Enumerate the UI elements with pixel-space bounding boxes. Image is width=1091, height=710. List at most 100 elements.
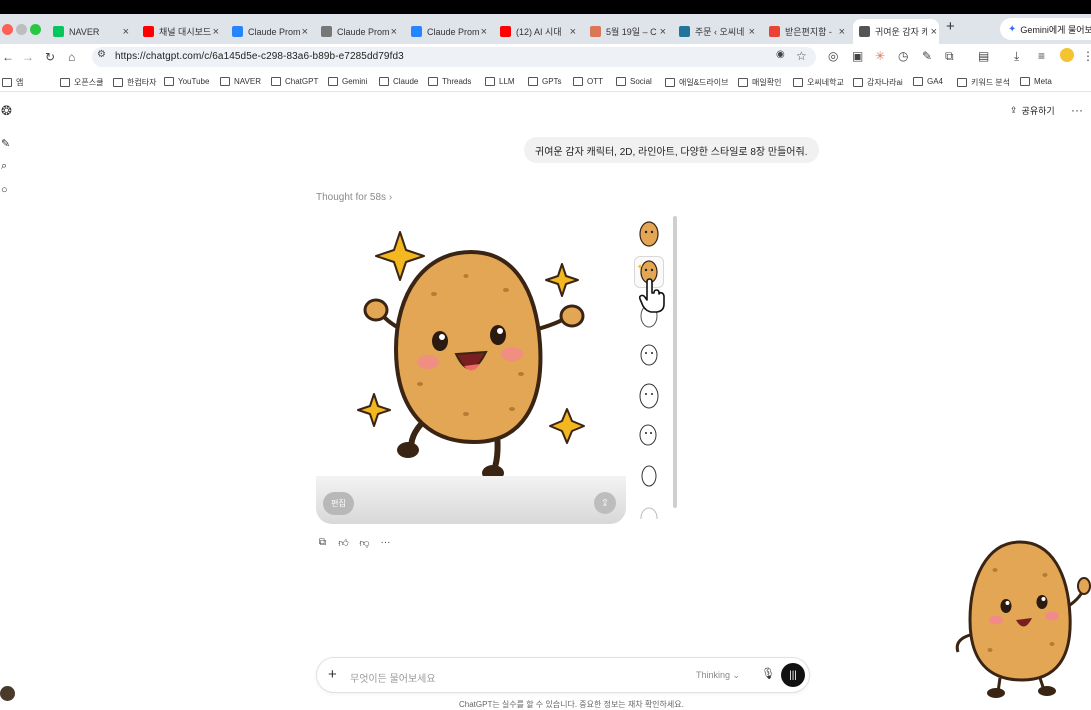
composer-input[interactable]: 무엇이든 물어보세요 <box>350 670 436 685</box>
browser-tab[interactable]: 채널 대시보드 × <box>137 19 221 44</box>
tab-title: NAVER <box>69 26 100 37</box>
model-mode-selector[interactable]: Thinking ⌄ <box>696 670 740 681</box>
search-icon[interactable]: ⌕ <box>1 160 7 173</box>
tab-close-icon[interactable]: × <box>391 26 397 38</box>
site-settings-icon[interactable]: ⚙ <box>97 49 106 60</box>
forward-icon[interactable]: → <box>22 50 34 64</box>
tab-close-icon[interactable]: × <box>660 26 666 38</box>
tab-close-icon[interactable]: × <box>302 26 308 38</box>
bookmark-item[interactable]: 앱 <box>2 77 23 88</box>
profile-avatar[interactable] <box>1060 48 1074 62</box>
tracking-icon[interactable]: ◉ <box>776 49 785 60</box>
thumbs-down-icon[interactable]: 👎︎ <box>358 536 371 549</box>
history-icon[interactable]: ◷ <box>898 49 908 63</box>
thumbnail-scrollbar[interactable] <box>673 216 677 508</box>
thumbnail-6[interactable] <box>634 420 664 452</box>
browser-tab[interactable]: Claude Prom × <box>315 19 399 44</box>
url-text[interactable]: https://chatgpt.com/c/6a145d5e-c298-83a6… <box>115 51 404 62</box>
thumbs-up-icon[interactable]: 👍︎ <box>337 536 350 549</box>
thought-duration-toggle[interactable]: Thought for 58s › <box>316 192 392 203</box>
copy-icon[interactable]: ⧉ <box>316 536 329 549</box>
browser-tab[interactable]: Claude Prom × <box>226 19 310 44</box>
image-thumbnail-strip[interactable] <box>632 214 666 519</box>
download-icon[interactable]: ⤓ <box>1014 49 1019 64</box>
bookmark-item[interactable]: 애일&드라이브 <box>665 77 729 88</box>
new-chat-icon[interactable]: ✎ <box>1 137 10 150</box>
voice-mode-button[interactable]: ||| <box>781 663 805 687</box>
tab-close-icon[interactable]: × <box>570 26 576 38</box>
bookmark-item[interactable]: 오픈스쿨 <box>60 77 103 88</box>
bookmark-item[interactable]: OTT <box>573 77 603 86</box>
bookmark-item[interactable]: GA4 <box>913 77 943 86</box>
menu-lines-icon[interactable]: ≡ <box>1038 49 1045 63</box>
browser-tab[interactable]: Claude Prom × <box>405 19 489 44</box>
bookmark-item[interactable]: Meta <box>1020 77 1052 86</box>
tab-search-icon[interactable]: ▤ <box>978 49 989 63</box>
bookmark-folder-icon <box>738 78 748 87</box>
share-button[interactable]: ⇪ 공유하기 <box>1010 104 1055 117</box>
thumbnail-5[interactable] <box>634 380 664 412</box>
window-zoom-icon[interactable] <box>30 24 41 35</box>
attach-plus-icon[interactable]: + <box>328 666 337 683</box>
tab-close-icon[interactable]: × <box>213 26 219 38</box>
bookmark-item[interactable]: 한컴타자 <box>113 77 156 88</box>
tab-close-icon[interactable]: × <box>481 26 487 38</box>
bookmark-item[interactable]: LLM <box>485 77 515 86</box>
bookmark-item[interactable]: 감자나라ai <box>853 77 903 88</box>
browser-tab[interactable]: 받은편지함 - × <box>763 19 847 44</box>
bookmark-item[interactable]: YouTube <box>164 77 209 86</box>
bookmark-folder-icon <box>573 77 583 86</box>
bookmark-folder-icon <box>1020 77 1030 86</box>
back-icon[interactable]: ← <box>2 50 14 64</box>
browser-tab[interactable]: 귀여운 감자 캐 × <box>853 19 939 44</box>
generated-image[interactable] <box>316 214 626 524</box>
bookmark-item[interactable]: Social <box>616 77 652 86</box>
bookmark-item[interactable]: Gemini <box>328 77 367 86</box>
tab-close-icon[interactable]: × <box>123 26 129 38</box>
camera-icon[interactable]: ◎ <box>828 49 838 63</box>
tab-close-icon[interactable]: × <box>839 26 845 38</box>
gemini-ask-button[interactable]: ✦ Gemini에게 물어보기 <box>1000 18 1091 40</box>
tab-close-icon[interactable]: × <box>931 26 937 38</box>
thumbnail-8[interactable] <box>634 500 664 519</box>
bookmark-item[interactable]: 오씨네학교 <box>793 77 844 88</box>
pen-icon[interactable]: ✎ <box>922 49 932 63</box>
bookmark-item[interactable]: 매일확인 <box>738 77 781 88</box>
home-icon[interactable]: ⌂ <box>68 50 75 64</box>
browser-tab[interactable]: (12) AI 시대 × <box>494 19 578 44</box>
browser-tab[interactable]: NAVER × <box>47 19 131 44</box>
star-icon[interactable]: ☆ <box>796 49 807 63</box>
claude-ext-icon[interactable]: ✳ <box>875 49 885 63</box>
thumbnail-1[interactable] <box>634 218 664 250</box>
browser-menu-icon[interactable]: ⋮ <box>1082 49 1091 63</box>
bookmark-label: LLM <box>499 77 515 86</box>
edit-image-button[interactable]: 편집 <box>323 492 354 515</box>
bookmark-folder-icon <box>60 78 70 87</box>
thumbnail-7[interactable] <box>634 460 664 492</box>
openai-logo-icon[interactable]: ❂ <box>1 103 12 119</box>
user-avatar[interactable] <box>0 686 15 701</box>
browser-tab[interactable]: 5월 19일 – C × <box>584 19 668 44</box>
bookmark-item[interactable]: Claude <box>379 77 418 86</box>
browser-tab[interactable]: 주문 ‹ 오씨네 × <box>673 19 757 44</box>
more-actions-icon[interactable]: ··· <box>379 536 392 549</box>
new-tab-button[interactable]: + <box>946 18 955 35</box>
tab-close-icon[interactable]: × <box>749 26 755 38</box>
mic-icon[interactable]: 🎙︎ <box>761 667 775 680</box>
tab-favicon-icon <box>143 26 154 37</box>
window-minimize-icon[interactable] <box>16 24 27 35</box>
bookmark-folder-icon <box>793 78 803 87</box>
extension-icon[interactable]: ▣ <box>852 49 863 63</box>
puzzle-icon[interactable]: ⧉ <box>945 49 954 64</box>
thumbnail-4[interactable] <box>634 340 664 372</box>
reload-icon[interactable]: ↻ <box>45 50 55 64</box>
more-options-icon[interactable]: ··· <box>1071 103 1083 117</box>
chat-bubble-icon[interactable]: ○ <box>1 184 8 196</box>
bookmark-item[interactable]: ChatGPT <box>271 77 318 86</box>
window-close-icon[interactable] <box>2 24 13 35</box>
bookmark-item[interactable]: GPTs <box>528 77 562 86</box>
bookmark-item[interactable]: 키워드 분석 <box>957 77 1010 88</box>
upload-share-icon[interactable]: ⇪ <box>594 492 616 514</box>
bookmark-item[interactable]: Threads <box>428 77 471 86</box>
bookmark-item[interactable]: NAVER <box>220 77 261 86</box>
